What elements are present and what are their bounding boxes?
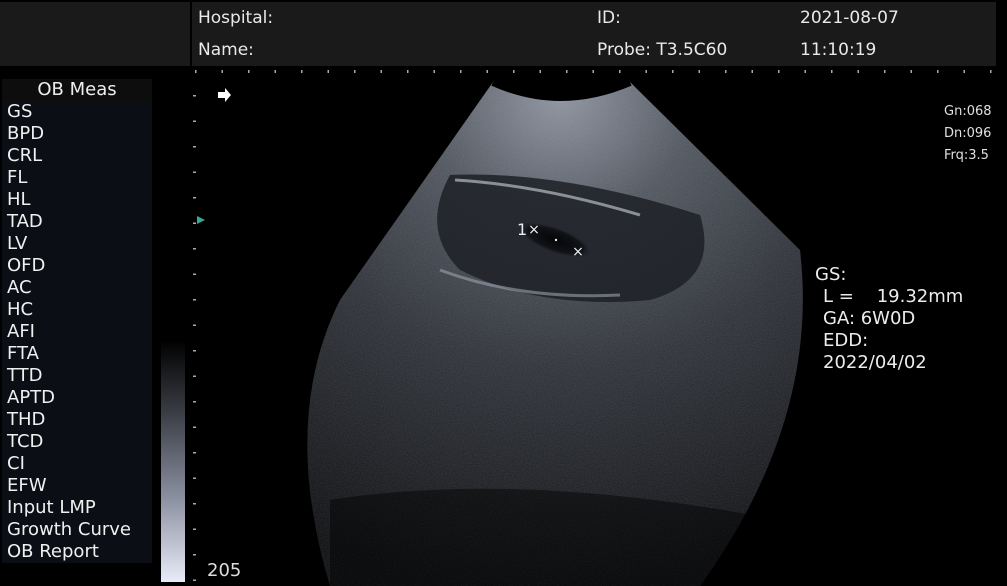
caliper-index-label: 1 (517, 220, 528, 239)
gestational-age-value: GA: 6W0D (823, 308, 916, 329)
menu-item-tcd[interactable]: TCD (2, 431, 152, 453)
gain-readout: Gn:068 (944, 104, 992, 119)
frequency-readout: Frq:3.5 (944, 148, 989, 163)
menu-item-gs[interactable]: GS (2, 101, 152, 123)
menu-item-input-lmp[interactable]: Input LMP (2, 497, 152, 519)
menu-item-ac[interactable]: AC (2, 277, 152, 299)
caliper-start[interactable]: × (528, 222, 540, 238)
length-value: L = 19.32mm (823, 286, 964, 307)
grayscale-bar (161, 340, 185, 582)
menu-item-afi[interactable]: AFI (2, 321, 152, 343)
ob-measure-menu: OB Meas GS BPD CRL FL HL TAD LV OFD AC HC AFI FTA TT… (2, 79, 152, 563)
menu-item-growth-curve[interactable]: Growth Curve (2, 519, 152, 541)
edd-value: 2022/04/02 (823, 352, 927, 373)
menu-item-ofd[interactable]: OFD (2, 255, 152, 277)
edd-label: EDD: (823, 330, 869, 351)
measurement-title: GS: (815, 264, 847, 285)
dynamic-range-readout: Dn:096 (944, 126, 992, 141)
menu-item-ci[interactable]: CI (2, 453, 152, 475)
menu-item-hl[interactable]: HL (2, 189, 152, 211)
caliper-end[interactable]: × (572, 244, 584, 260)
menu-item-crl[interactable]: CRL (2, 145, 152, 167)
menu-item-fta[interactable]: FTA (2, 343, 152, 365)
menu-item-tad[interactable]: TAD (2, 211, 152, 233)
menu-title: OB Meas (2, 79, 152, 101)
menu-item-efw[interactable]: EFW (2, 475, 152, 497)
menu-item-ttd[interactable]: TTD (2, 365, 152, 387)
focus-marker[interactable] (197, 216, 205, 224)
menu-item-hc[interactable]: HC (2, 299, 152, 321)
depth-value: 205 (207, 560, 242, 581)
menu-item-lv[interactable]: LV (2, 233, 152, 255)
menu-item-bpd[interactable]: BPD (2, 123, 152, 145)
scan-fan (307, 82, 803, 586)
menu-item-fl[interactable]: FL (2, 167, 152, 189)
menu-item-ob-report[interactable]: OB Report (2, 541, 152, 563)
menu-item-aptd[interactable]: APTD (2, 387, 152, 409)
menu-item-thd[interactable]: THD (2, 409, 152, 431)
caliper-midpoint (554, 238, 558, 242)
arrow-pointer-icon (218, 88, 231, 102)
